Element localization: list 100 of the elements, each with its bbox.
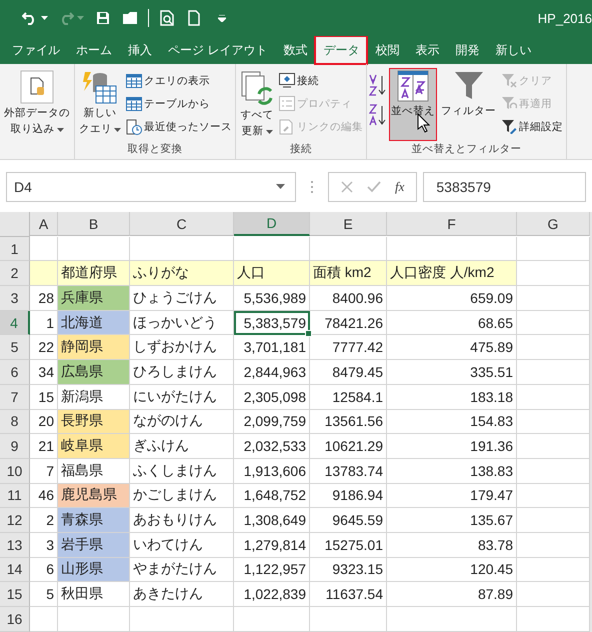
row-header[interactable]: 7	[0, 384, 30, 410]
table-icon	[126, 74, 142, 88]
table-cell: いわてけん	[130, 532, 234, 558]
ribbon-button[interactable]: テーブルから	[125, 93, 233, 114]
ribbon-tab[interactable]: ホーム	[68, 36, 120, 64]
row-header[interactable]: 10	[0, 458, 30, 484]
table-cell: 9645.59	[310, 508, 387, 533]
ribbon-button[interactable]: すべて 更新	[238, 68, 276, 141]
table-cell: 120.45	[387, 558, 517, 582]
table-cell: 475.89	[387, 335, 517, 360]
insert-function-button[interactable]: fx	[395, 178, 404, 194]
ribbon-button[interactable]: 接続	[278, 70, 364, 91]
column-header[interactable]: A	[30, 212, 58, 236]
table-cell: 78421.26	[310, 310, 387, 336]
ribbon-tab[interactable]: ページ レイアウト	[160, 36, 276, 64]
table-cell: 15275.01	[310, 532, 387, 558]
table-cell: 191.36	[387, 434, 517, 459]
column-header[interactable]: F	[387, 212, 517, 236]
table-cell: 5	[30, 582, 58, 607]
table-cell: 2,844,963	[234, 360, 310, 385]
document-icon	[20, 70, 54, 104]
new-page-icon[interactable]	[188, 10, 200, 26]
table-cell: 8400.96	[310, 286, 387, 311]
table-cell: 335.51	[387, 360, 517, 385]
row-header[interactable]: 11	[0, 484, 30, 508]
customize-caret-icon[interactable]	[218, 14, 226, 22]
row-header[interactable]: 16	[0, 607, 30, 632]
row-header[interactable]: 12	[0, 508, 30, 533]
row-header[interactable]: 2	[0, 261, 30, 286]
table-cell: 83.78	[387, 532, 517, 558]
row-header[interactable]: 6	[0, 360, 30, 385]
check-icon[interactable]	[367, 180, 381, 192]
filter-icon	[454, 70, 484, 102]
table-cell: ふりがな	[130, 261, 234, 286]
row-header[interactable]: 14	[0, 558, 30, 582]
table-cell: かごしまけん	[130, 484, 234, 508]
formula-field[interactable]: 5383579	[423, 172, 586, 202]
row-header[interactable]: 9	[0, 434, 30, 459]
table-cell: 9323.15	[310, 558, 387, 582]
print-preview-icon[interactable]	[160, 10, 174, 26]
table-cell: 1,308,649	[234, 508, 310, 533]
sort-descending-icon[interactable]	[369, 104, 387, 126]
ribbon-button[interactable]: 並べ替え	[389, 68, 437, 141]
table-cell: 9186.94	[310, 484, 387, 508]
ribbon-tab[interactable]: データ	[315, 36, 368, 64]
ribbon-tab[interactable]: ファイル	[4, 36, 68, 64]
column-header[interactable]: D	[234, 212, 310, 236]
column-header[interactable]: C	[130, 212, 234, 236]
ribbon-tab[interactable]: 表示	[407, 36, 448, 64]
page-link-icon	[279, 118, 295, 134]
table-cell: 138.83	[387, 458, 517, 484]
ribbon-button[interactable]: 外部データの 取り込み	[2, 68, 72, 141]
folder-icon[interactable]	[122, 11, 138, 25]
table-cell: 5,536,989	[234, 286, 310, 311]
fill-handle[interactable]	[305, 330, 312, 338]
row-header[interactable]: 3	[0, 286, 30, 311]
monitor-icon	[279, 73, 295, 88]
group-label: 並べ替えとフィルター	[412, 143, 522, 155]
ribbon-button[interactable]: 詳細設定	[500, 116, 564, 137]
dropdown-caret-icon[interactable]	[41, 16, 48, 20]
table-cell: 静岡県	[58, 335, 130, 360]
table-cell: やまがたけん	[130, 558, 234, 582]
column-header[interactable]: E	[310, 212, 387, 236]
table-cell: 13783.74	[310, 458, 387, 484]
filter-clear-icon	[501, 73, 517, 88]
ribbon-tab[interactable]: 新しい	[487, 36, 540, 64]
save-icon[interactable]	[96, 11, 110, 25]
ribbon-tab[interactable]: 開発	[447, 36, 488, 64]
ribbon-button[interactable]: 最近使ったソース	[125, 116, 233, 137]
table-cell: 秋田県	[58, 582, 130, 607]
group-label: 接続	[290, 143, 312, 155]
column-header[interactable]: B	[58, 212, 130, 236]
table-cell: 鹿児島県	[58, 484, 130, 508]
column-header[interactable]: G	[517, 212, 590, 236]
ribbon-tab[interactable]: 挿入	[120, 36, 160, 64]
ribbon-button[interactable]: フィルター	[439, 68, 498, 141]
table-cell: ひょうごけん	[130, 286, 234, 311]
ribbon-button[interactable]: 新しい クエリ	[77, 68, 123, 141]
name-box[interactable]: D4	[6, 172, 296, 202]
table-cell: 北海道	[58, 310, 130, 336]
sort-ascending-icon[interactable]	[369, 74, 387, 96]
filter-pencil-icon	[501, 119, 517, 134]
table-cell: 1,648,752	[234, 484, 310, 508]
table-cell: 183.18	[387, 384, 517, 410]
table-cell: 15	[30, 384, 58, 410]
row-header[interactable]: 13	[0, 532, 30, 558]
row-header[interactable]: 4	[0, 310, 30, 336]
ribbon-tab[interactable]: 校閲	[367, 36, 408, 64]
clock-page-icon	[126, 118, 142, 134]
row-header[interactable]: 15	[0, 582, 30, 607]
row-header[interactable]: 8	[0, 410, 30, 434]
table-cell: 1,022,839	[234, 582, 310, 607]
table-cell: ながのけん	[130, 410, 234, 434]
ribbon-tab[interactable]: 数式	[275, 36, 316, 64]
table-cell: しずおかけん	[130, 335, 234, 360]
table-cell: 岩手県	[58, 532, 130, 558]
row-header[interactable]: 5	[0, 335, 30, 360]
row-header[interactable]: 1	[0, 236, 30, 262]
table-cell: 長野県	[58, 410, 130, 434]
ribbon-button[interactable]: クエリの表示	[125, 70, 233, 91]
